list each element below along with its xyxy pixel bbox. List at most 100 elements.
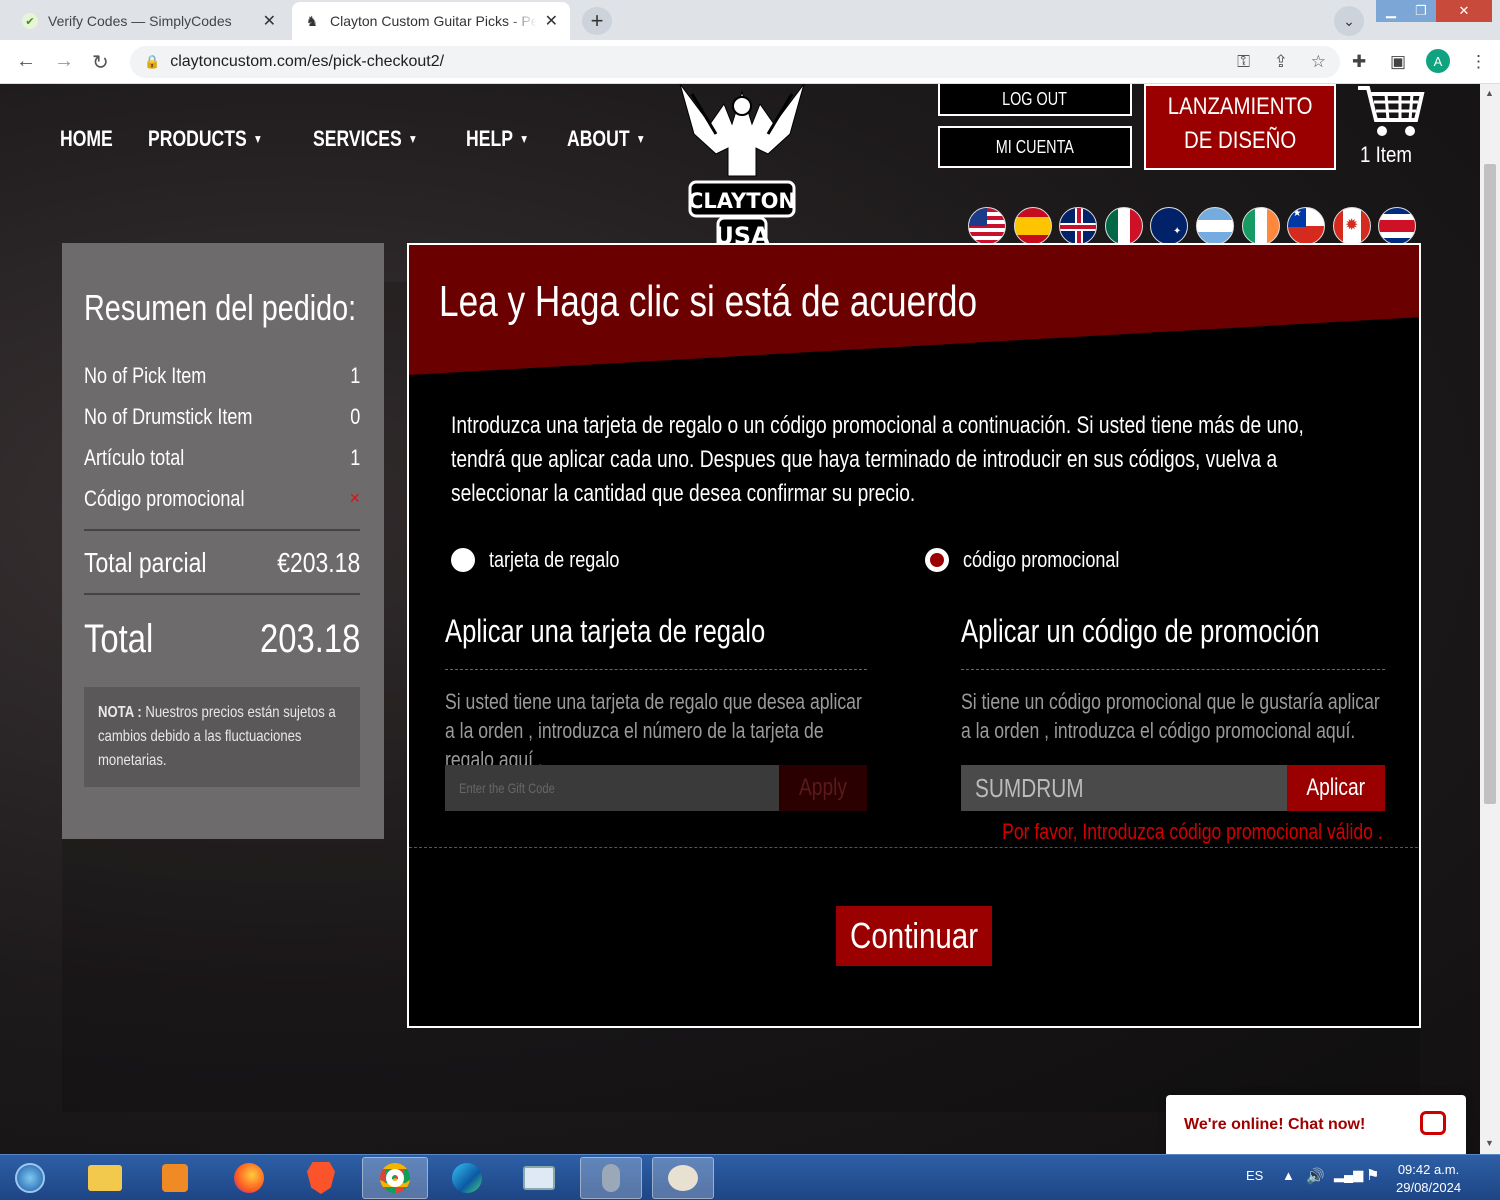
gift-apply-button[interactable]: Apply xyxy=(779,765,867,811)
menu-kebab-icon[interactable]: ⋮ xyxy=(1470,52,1487,72)
summary-row-pick: No of Pick Item 1 xyxy=(84,362,360,388)
radio-circle-selected[interactable] xyxy=(925,548,949,572)
system-clock[interactable]: 09:42 a.m. 29/08/2024 xyxy=(1396,1161,1461,1197)
panel-divider xyxy=(409,847,1419,848)
nav-products[interactable]: PRODUCTS ▼ xyxy=(148,126,263,152)
promo-heading: Aplicar un código de promoción xyxy=(961,613,1320,649)
address-bar-row: ← → ↻ 🔒 claytoncustom.com/es/pick-checko… xyxy=(0,40,1500,84)
share-icon[interactable]: ⇪ xyxy=(1274,52,1288,72)
extensions-puzzle-icon[interactable]: ✚ xyxy=(1352,52,1366,72)
paint-palette-icon xyxy=(668,1165,698,1191)
country-flags: ✦ ★ ✹ xyxy=(968,207,1424,245)
taskbar-firefox[interactable] xyxy=(218,1157,280,1199)
cart-widget[interactable]: 1 Item xyxy=(1356,84,1426,167)
flag-uk-icon[interactable] xyxy=(1059,207,1098,245)
minimize-button[interactable]: ▁ xyxy=(1376,0,1406,22)
flag-australia-icon[interactable]: ✦ xyxy=(1150,207,1189,245)
taskbar-app-mouse[interactable] xyxy=(580,1157,642,1199)
nav-about[interactable]: ABOUT ▼ xyxy=(567,126,645,152)
firefox-icon xyxy=(234,1163,264,1193)
windows-taskbar: ES ▲ 🔊 ▂▄▆ ⚑ 09:42 a.m. 29/08/2024 xyxy=(0,1154,1500,1200)
action-center-flag-icon[interactable]: ⚑ xyxy=(1366,1166,1379,1184)
scroll-down-arrow-icon[interactable]: ▼ xyxy=(1485,1138,1494,1148)
browser-tab-bar: ✔ Verify Codes — SimplyCodes ✕ ♞ Clayton… xyxy=(0,0,1500,40)
flag-chile-icon[interactable]: ★ xyxy=(1287,207,1326,245)
close-window-button[interactable]: ✕ xyxy=(1436,0,1492,22)
panel-title: Lea y Haga clic si está de acuerdo xyxy=(439,277,978,326)
flag-canada-icon[interactable]: ✹ xyxy=(1332,207,1371,245)
flag-ireland-icon[interactable] xyxy=(1241,207,1280,245)
logout-button[interactable]: LOG OUT xyxy=(938,84,1132,116)
close-tab-icon[interactable]: ✕ xyxy=(545,11,558,31)
keyboard-app-icon xyxy=(523,1166,555,1190)
simplycodes-favicon-icon: ✔ xyxy=(22,13,38,29)
maximize-button[interactable]: ❐ xyxy=(1406,0,1436,22)
folder-icon xyxy=(88,1165,122,1191)
live-chat-widget[interactable]: We're online! Chat now! xyxy=(1166,1095,1466,1155)
tab-search-chevron-icon[interactable]: ⌄ xyxy=(1334,6,1364,36)
continue-button[interactable]: Continuar xyxy=(836,906,992,966)
radio-promo-code[interactable]: código promocional xyxy=(925,547,1154,573)
nav-help[interactable]: HELP ▼ xyxy=(466,126,529,152)
taskbar-edge[interactable] xyxy=(436,1157,498,1199)
page-scrollbar[interactable]: ▲ ▼ xyxy=(1480,84,1500,1154)
launch-designer-button[interactable]: LANZAMIENTO DE DISEÑO xyxy=(1144,84,1336,170)
bookmark-star-icon[interactable]: ☆ xyxy=(1311,52,1326,72)
subtotal-row: Total parcial €203.18 xyxy=(84,547,360,578)
gift-code-input[interactable]: Enter the Gift Code xyxy=(445,765,779,811)
flag-costa-rica-icon[interactable] xyxy=(1378,207,1417,245)
language-indicator[interactable]: ES xyxy=(1246,1168,1263,1183)
flag-argentina-icon[interactable] xyxy=(1195,207,1234,245)
radio-circle[interactable] xyxy=(451,548,475,572)
scrollbar-thumb[interactable] xyxy=(1484,164,1496,804)
volume-icon[interactable]: 🔊 xyxy=(1306,1167,1325,1185)
tray-expand-icon[interactable]: ▲ xyxy=(1282,1168,1295,1183)
my-account-button[interactable]: MI CUENTA xyxy=(938,126,1132,168)
taskbar-chrome[interactable] xyxy=(362,1157,428,1199)
promo-error-message: Por favor, Introduzca código promocional… xyxy=(1002,819,1383,844)
summary-row-total-items: Artículo total 1 xyxy=(84,444,360,470)
tab-title: Verify Codes — SimplyCodes xyxy=(48,13,232,29)
reload-icon[interactable]: ↻ xyxy=(92,50,109,75)
promo-panel: Lea y Haga clic si está de acuerdo Intro… xyxy=(407,243,1421,1028)
summary-title: Resumen del pedido: xyxy=(84,287,357,328)
flag-mexico-icon[interactable] xyxy=(1104,207,1143,245)
summary-divider xyxy=(84,529,360,531)
clayton-logo[interactable]: CLAYTON USA xyxy=(672,84,812,254)
taskbar-explorer[interactable] xyxy=(74,1157,136,1199)
side-panel-icon[interactable]: ▣ xyxy=(1390,52,1406,72)
gift-description: Si usted tiene una tarjeta de regalo que… xyxy=(445,689,862,772)
promo-remove-x-icon[interactable]: × xyxy=(349,488,360,509)
lock-icon: 🔒 xyxy=(144,54,161,69)
taskbar-media-player[interactable] xyxy=(144,1157,206,1199)
flag-us-icon[interactable] xyxy=(968,207,1006,245)
url-omnibox[interactable]: 🔒 claytoncustom.com/es/pick-checkout2/ ⚿… xyxy=(130,46,1340,78)
summary-row-drumstick: No of Drumstick Item 0 xyxy=(84,403,360,429)
taskbar-app-keyboard[interactable] xyxy=(508,1157,570,1199)
promo-code-input[interactable]: SUMDRUM xyxy=(961,765,1287,811)
back-arrow-icon[interactable]: ← xyxy=(16,50,36,73)
taskbar-app-paint[interactable] xyxy=(652,1157,714,1199)
svg-text:CLAYTON: CLAYTON xyxy=(688,189,796,213)
profile-avatar[interactable]: A xyxy=(1426,49,1450,73)
taskbar-brave[interactable] xyxy=(290,1157,352,1199)
new-tab-button[interactable]: + xyxy=(582,7,612,35)
promo-heading-rule xyxy=(961,669,1385,670)
key-icon[interactable]: ⚿ xyxy=(1237,52,1250,72)
caret-down-icon: ▼ xyxy=(519,132,529,146)
close-tab-icon[interactable]: ✕ xyxy=(263,11,276,31)
radio-gift-card[interactable]: tarjeta de regalo xyxy=(451,547,648,573)
nav-services[interactable]: SERVICES ▼ xyxy=(313,126,418,152)
scroll-up-arrow-icon[interactable]: ▲ xyxy=(1485,88,1494,98)
nav-home[interactable]: HOME xyxy=(60,126,113,152)
forward-arrow-icon[interactable]: → xyxy=(54,50,74,73)
flag-spain-icon[interactable] xyxy=(1013,207,1052,245)
tab-clayton[interactable]: ♞ Clayton Custom Guitar Picks - Pe ✕ xyxy=(292,2,570,40)
promo-apply-button[interactable]: Aplicar xyxy=(1287,765,1385,811)
chat-bubble-icon xyxy=(1420,1111,1446,1135)
network-icon[interactable]: ▂▄▆ xyxy=(1334,1167,1363,1183)
caret-down-icon: ▼ xyxy=(253,132,263,146)
start-button[interactable] xyxy=(2,1157,58,1199)
gift-heading: Aplicar una tarjeta de regalo xyxy=(445,613,766,649)
tab-verify-codes[interactable]: ✔ Verify Codes — SimplyCodes ✕ xyxy=(10,2,288,40)
